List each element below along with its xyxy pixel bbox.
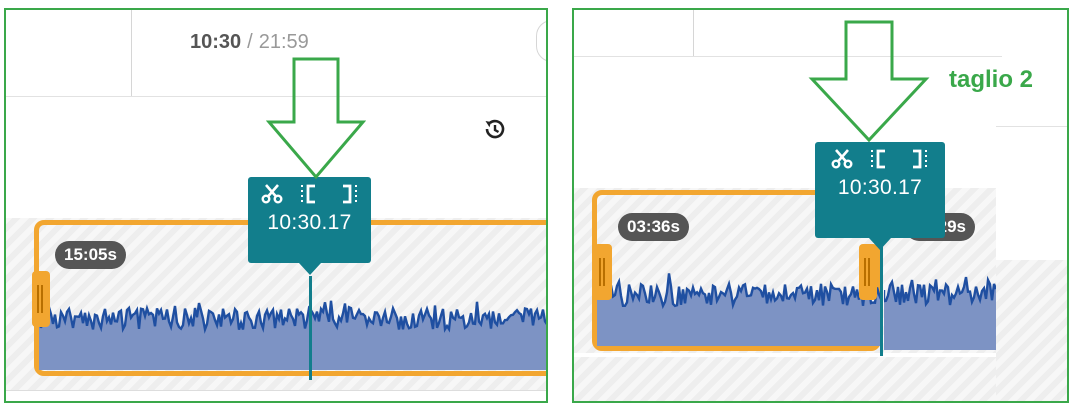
clip-duration-badge: 03:36s	[618, 213, 689, 241]
time-separator: /	[247, 31, 253, 53]
playhead-line[interactable]	[309, 276, 312, 380]
trim-grip-icon	[37, 285, 45, 313]
scissors-icon[interactable]	[261, 183, 283, 205]
header-divider	[131, 8, 132, 96]
tooltip-actions	[815, 148, 945, 170]
history-undo-icon[interactable]	[482, 116, 508, 142]
timeline-track-lower	[996, 260, 1069, 403]
header-divider	[693, 8, 694, 56]
playhead-tooltip: 10:30.17	[815, 142, 945, 250]
left-editor-panel: 10:30/21:59 15:05s 10:30.17	[4, 8, 548, 403]
audio-waveform	[597, 273, 881, 346]
tooltip-time: 10:30.17	[267, 211, 352, 234]
audio-waveform	[39, 298, 548, 370]
trim-grip-icon	[864, 258, 872, 286]
annotation-arrow-down-icon	[266, 57, 366, 180]
mark-in-icon[interactable]	[299, 183, 321, 205]
waveform-fill	[39, 298, 548, 370]
current-time: 10:30	[190, 31, 242, 53]
clip-trim-handle-left[interactable]	[32, 271, 50, 327]
trim-grip-icon	[599, 258, 607, 286]
scissors-icon[interactable]	[831, 148, 853, 170]
timeline-divider	[572, 353, 996, 357]
clip-trim-handle-right[interactable]	[859, 244, 877, 300]
tooltip-actions	[248, 183, 371, 205]
mark-out-icon[interactable]	[337, 183, 359, 205]
clip-duration-badge: 15:05s	[55, 241, 126, 269]
tooltip-caret	[869, 238, 891, 250]
annotation-arrow-down-icon	[808, 20, 930, 143]
playhead-line[interactable]	[880, 240, 883, 356]
tooltip-caret	[298, 263, 321, 275]
timeline-bottom-line	[4, 390, 548, 391]
time-display: 10:30/21:59	[190, 31, 309, 54]
playhead-tooltip: 10:30.17	[248, 177, 371, 275]
clip-trim-handle-left[interactable]	[594, 244, 612, 300]
annotation-label: taglio 2	[949, 66, 1034, 93]
mark-in-icon[interactable]	[869, 148, 891, 170]
total-time: 21:59	[258, 31, 309, 53]
right-editor-panel: taglio 2 03:36s 11:29s 10:30.17	[572, 8, 1069, 403]
tooltip-time: 10:30.17	[837, 176, 923, 199]
header-bottom-line	[572, 56, 1002, 57]
mark-out-icon[interactable]	[907, 148, 929, 170]
toolbar-bottom-line	[996, 126, 1069, 127]
waveform-fill	[597, 273, 881, 346]
header-corner-shape	[536, 20, 548, 62]
next-clip-waveform	[884, 275, 996, 350]
